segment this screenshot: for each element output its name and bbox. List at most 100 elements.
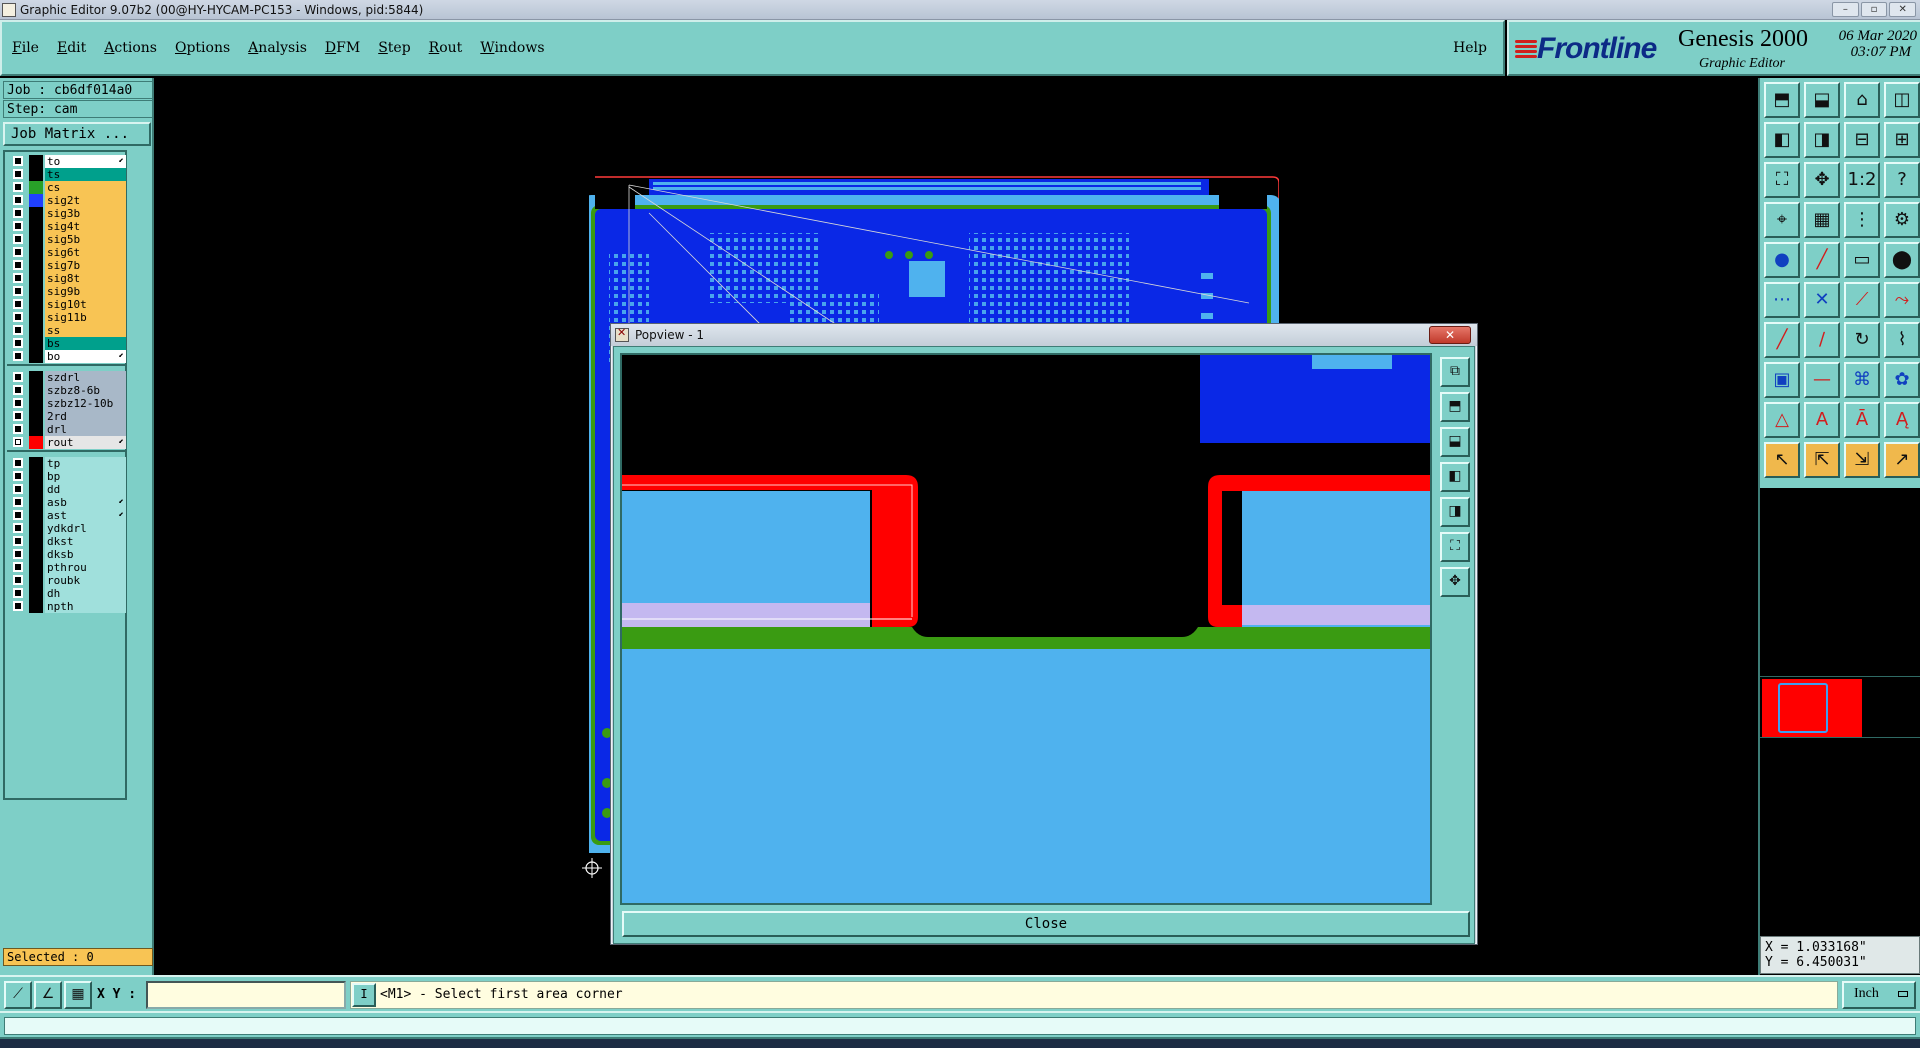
- layer-checkbox[interactable]: [13, 484, 23, 494]
- polyline-button[interactable]: ⌇: [1884, 322, 1920, 358]
- menu-help[interactable]: Help: [1453, 40, 1487, 56]
- layer-checkbox[interactable]: [13, 299, 23, 309]
- query-button[interactable]: ?: [1884, 162, 1920, 198]
- layer-checkbox[interactable]: [13, 372, 23, 382]
- layer-row[interactable]: ydkdrl: [7, 521, 126, 535]
- layer-color-swatch[interactable]: [29, 350, 43, 363]
- line-red-button[interactable]: ∕: [1804, 322, 1840, 358]
- center-icon[interactable]: ✥: [1440, 567, 1470, 597]
- layer-checkbox[interactable]: [13, 497, 23, 507]
- home-button[interactable]: ⌂: [1844, 82, 1880, 118]
- menu-dfm[interactable]: DFM: [325, 40, 360, 56]
- pattern-button[interactable]: ✿: [1884, 362, 1920, 398]
- zoom-in-icon[interactable]: ◧: [1440, 462, 1470, 492]
- menu-actions[interactable]: Actions: [104, 40, 157, 56]
- hline-button[interactable]: —: [1804, 362, 1840, 398]
- layer-checkbox[interactable]: [13, 385, 23, 395]
- layer-checkbox[interactable]: [13, 510, 23, 520]
- layer-checkbox[interactable]: [13, 588, 23, 598]
- cross-button[interactable]: ✕: [1804, 282, 1840, 318]
- layer-checkbox[interactable]: [13, 312, 23, 322]
- circle-pad-button[interactable]: ⬤: [1884, 242, 1920, 278]
- layer-row[interactable]: npth: [7, 599, 126, 613]
- close-window-button[interactable]: ✕: [1889, 2, 1917, 17]
- layer-row[interactable]: ts: [7, 167, 126, 181]
- text-box-button[interactable]: Ā: [1844, 402, 1880, 438]
- layer-row[interactable]: cs: [7, 180, 126, 194]
- ratio-button[interactable]: 1:2: [1844, 162, 1880, 198]
- popview-close-x-button[interactable]: ✕: [1429, 326, 1471, 344]
- layer-row[interactable]: asb: [7, 495, 126, 509]
- select-move-button[interactable]: ⇱: [1804, 442, 1840, 478]
- mini-overview[interactable]: [1760, 676, 1920, 738]
- layer-checkbox[interactable]: [13, 169, 23, 179]
- fit-screen-button[interactable]: ⛶: [1764, 162, 1800, 198]
- measure-button[interactable]: ⌖: [1764, 202, 1800, 238]
- layer-checkbox[interactable]: [13, 182, 23, 192]
- layer-row[interactable]: sig5b: [7, 232, 126, 246]
- connect-button[interactable]: ⟋: [1844, 282, 1880, 318]
- menu-step[interactable]: Step: [378, 40, 410, 56]
- layer-row[interactable]: 2rd: [7, 409, 126, 423]
- layer-row[interactable]: ss: [7, 323, 126, 337]
- select-step-button[interactable]: ↗: [1884, 442, 1920, 478]
- layer-row[interactable]: dksb: [7, 547, 126, 561]
- info-icon[interactable]: I: [352, 983, 376, 1007]
- layer-row[interactable]: sig8t: [7, 271, 126, 285]
- layer-row[interactable]: drl: [7, 422, 126, 436]
- layer-checkbox[interactable]: [13, 286, 23, 296]
- layer-checkbox[interactable]: [13, 437, 23, 447]
- layer-row[interactable]: sig7b: [7, 258, 126, 272]
- menu-file[interactable]: File: [12, 40, 39, 56]
- fit-job-button[interactable]: ⬒: [1764, 82, 1800, 118]
- line-add-button[interactable]: ╱: [1804, 242, 1840, 278]
- menu-windows[interactable]: Windows: [480, 40, 544, 56]
- menu-edit[interactable]: Edit: [57, 40, 86, 56]
- fit-step-button[interactable]: ⬓: [1804, 82, 1840, 118]
- grid-mode-icon[interactable]: ▦: [64, 981, 92, 1009]
- menu-options[interactable]: Options: [175, 40, 230, 56]
- layer-checkbox[interactable]: [13, 523, 23, 533]
- layer-checkbox[interactable]: [13, 156, 23, 166]
- menu-analysis[interactable]: Analysis: [248, 40, 307, 56]
- pad-button[interactable]: ●: [1764, 242, 1800, 278]
- pan-icon[interactable]: ⛶: [1440, 532, 1470, 562]
- layer-row[interactable]: roubk: [7, 573, 126, 587]
- layer-row[interactable]: dkst: [7, 534, 126, 548]
- zoom-in-button[interactable]: ⊞: [1884, 122, 1920, 158]
- layer-checkbox[interactable]: [13, 260, 23, 270]
- layer-checkbox[interactable]: [13, 601, 23, 611]
- layer-checkbox[interactable]: [13, 458, 23, 468]
- layer-row[interactable]: bs: [7, 336, 126, 350]
- layer-name[interactable]: rout: [45, 436, 126, 449]
- layer-checkbox[interactable]: [13, 247, 23, 257]
- job-matrix-button[interactable]: Job Matrix ...: [3, 122, 151, 146]
- layer-checkbox[interactable]: [13, 536, 23, 546]
- layer-checkbox[interactable]: [13, 351, 23, 361]
- arc-button[interactable]: ↻: [1844, 322, 1880, 358]
- popview-canvas[interactable]: [620, 353, 1432, 905]
- layer-row[interactable]: to: [7, 154, 126, 168]
- layer-name[interactable]: npth: [45, 600, 126, 613]
- box-button[interactable]: ▣: [1764, 362, 1800, 398]
- minimize-button[interactable]: –: [1832, 2, 1859, 17]
- units-dropdown[interactable]: Inch: [1842, 981, 1916, 1009]
- line-button[interactable]: ╱: [1764, 322, 1800, 358]
- zoom-home-icon[interactable]: ⧉: [1440, 357, 1470, 387]
- layer-row[interactable]: tp: [7, 456, 126, 470]
- popview-close-button[interactable]: Close: [622, 911, 1470, 937]
- layer-row[interactable]: sig11b: [7, 310, 126, 324]
- layer-checkbox[interactable]: [13, 221, 23, 231]
- layer-name[interactable]: bo: [45, 350, 126, 363]
- pan-left-button[interactable]: ◧: [1764, 122, 1800, 158]
- layer-checkbox[interactable]: [13, 398, 23, 408]
- connect-arc-button[interactable]: ⤳: [1884, 282, 1920, 318]
- zoom-out-button[interactable]: ⊟: [1844, 122, 1880, 158]
- zoom-fit-icon[interactable]: ⬒: [1440, 392, 1470, 422]
- maximize-button[interactable]: ▫: [1860, 2, 1888, 17]
- layer-row[interactable]: dd: [7, 482, 126, 496]
- layer-row[interactable]: ast: [7, 508, 126, 522]
- layer-row[interactable]: bp: [7, 469, 126, 483]
- pan-right-button[interactable]: ◨: [1804, 122, 1840, 158]
- layer-checkbox[interactable]: [13, 195, 23, 205]
